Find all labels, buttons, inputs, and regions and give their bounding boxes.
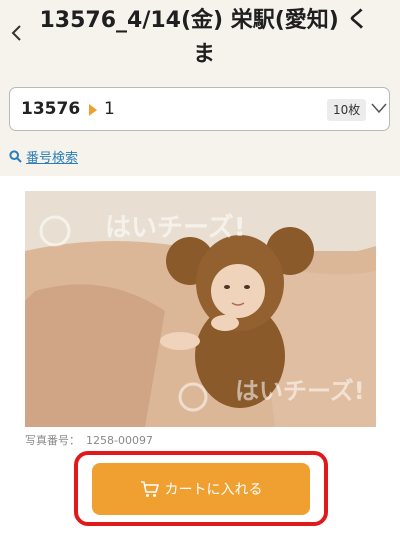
- photo-number-value: 1258-00097: [86, 434, 153, 447]
- album-selector[interactable]: 13576 1 10枚: [9, 87, 390, 131]
- cart-icon: [140, 481, 159, 497]
- number-search-label: 番号検索: [26, 151, 79, 166]
- page-title: 13576_4/14(金) 栄駅(愛知) くま: [39, 8, 369, 67]
- back-chevron-icon[interactable]: [9, 24, 25, 42]
- album-code: 13576: [21, 99, 81, 119]
- photo-number: 写真番号： 1258-00097: [25, 432, 153, 448]
- photo-preview[interactable]: はいチーズ! はいチーズ!: [25, 191, 376, 427]
- number-search-link[interactable]: 番号検索: [9, 147, 78, 166]
- header: 13576_4/14(金) 栄駅(愛知) くま 13576 1 10枚 番号検索: [0, 0, 400, 176]
- search-icon: [9, 150, 22, 163]
- add-to-cart-label: カートに入れる: [164, 482, 263, 498]
- photo-watermark: はいチーズ!: [235, 377, 365, 405]
- photo-count-badge: 10枚: [327, 99, 367, 121]
- album-number: 1: [104, 99, 115, 119]
- page: 13576_4/14(金) 栄駅(愛知) くま 13576 1 10枚 番号検索: [0, 0, 400, 537]
- chevron-down-icon: [371, 103, 387, 114]
- photo-number-label: 写真番号：: [25, 434, 80, 447]
- photo-watermark: はいチーズ!: [105, 212, 246, 243]
- add-to-cart-button[interactable]: カートに入れる: [92, 463, 310, 515]
- triangle-right-icon: [89, 104, 97, 116]
